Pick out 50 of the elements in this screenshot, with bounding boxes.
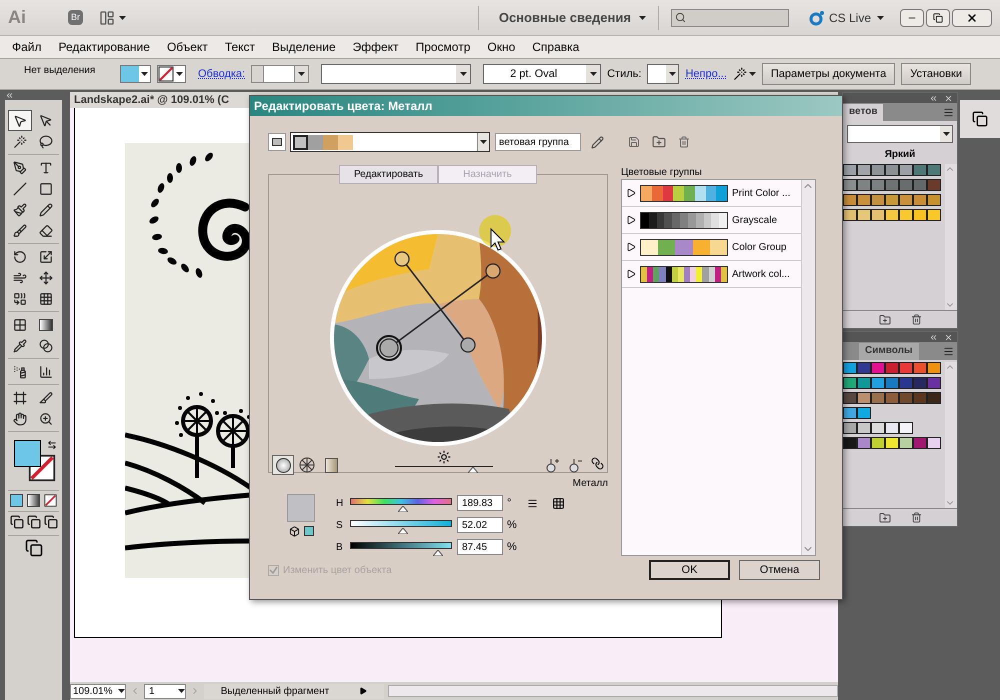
color-group-name: Print Color ... xyxy=(732,186,790,200)
value-field[interactable]: 87.45 xyxy=(457,539,503,555)
color-group-row[interactable]: Grayscale xyxy=(622,207,801,234)
color-group-row[interactable]: Print Color ... xyxy=(622,180,801,207)
dialog-button[interactable]: OK xyxy=(649,560,730,580)
color-group-row[interactable]: Color Group xyxy=(622,234,801,261)
slider-label: B xyxy=(336,540,344,554)
menu-item[interactable]: Эффект xyxy=(352,38,399,56)
active-color-name: Металл xyxy=(572,477,608,491)
unit-label: ° xyxy=(507,496,512,511)
status-field[interactable]: Выделенный фрагмент xyxy=(204,684,384,698)
unit-label: % xyxy=(507,518,518,533)
selection-label: Нет выделения xyxy=(24,64,96,78)
toolbar-button[interactable]: Параметры документа xyxy=(762,63,896,85)
value-field[interactable]: 189.83 xyxy=(457,495,503,511)
menu-item[interactable]: Редактирование xyxy=(58,38,150,56)
unit-label: % xyxy=(507,540,518,555)
zoom-dropdown[interactable]: 109.01% xyxy=(70,684,126,698)
color-group-row[interactable]: Artwork col... xyxy=(622,261,801,288)
panel-tab[interactable]: ветов xyxy=(843,104,884,121)
menu-item[interactable]: Выделение xyxy=(272,38,336,56)
color-group-name: Color Group xyxy=(732,240,786,254)
groups-heading: Цветовые группы xyxy=(621,166,703,179)
bridge-button[interactable]: Br xyxy=(68,10,83,26)
slider-label: S xyxy=(336,518,344,532)
swatch-group-title: Яркий xyxy=(884,148,916,162)
cs-live-button[interactable]: CS Live xyxy=(828,8,884,26)
toolbar-button[interactable]: Установки xyxy=(901,63,971,85)
page-dropdown[interactable]: 1 xyxy=(144,684,186,698)
brush-dropdown[interactable]: 2 pt. Oval xyxy=(483,64,602,84)
menu-item[interactable]: Просмотр xyxy=(416,38,470,56)
color-group-name: Artwork col... xyxy=(732,268,790,282)
menu-item[interactable]: Справка xyxy=(532,38,580,56)
dialog-tab[interactable]: Редактировать xyxy=(339,165,438,184)
panel-tab[interactable]: Символы xyxy=(859,343,919,360)
slider-label: H xyxy=(336,496,344,510)
group-name-field[interactable]: ветовая группа xyxy=(495,133,581,151)
color-group-name: Grayscale xyxy=(732,214,778,228)
dialog-button[interactable]: Отмена xyxy=(739,560,820,580)
value-field[interactable]: 52.02 xyxy=(457,517,503,533)
menu-item[interactable]: Объект xyxy=(166,38,208,56)
dialog-title: Редактировать цвета: Металл xyxy=(254,98,432,115)
style-label: Стиль: xyxy=(607,66,642,82)
menu-item[interactable]: Окно xyxy=(487,38,516,56)
app-logo: Ai xyxy=(8,6,27,29)
workspace-switcher[interactable]: Основные сведения xyxy=(498,8,646,28)
menu-item[interactable]: Файл xyxy=(12,38,42,56)
opacity-link[interactable]: Непро... xyxy=(685,66,727,82)
stroke-link[interactable]: Обводка: xyxy=(198,66,246,82)
menu-item[interactable]: Текст xyxy=(224,38,256,56)
